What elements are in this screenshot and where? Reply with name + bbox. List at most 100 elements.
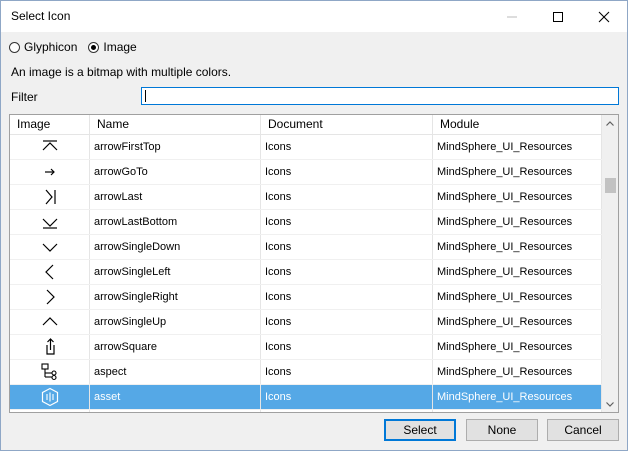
row-name: arrowSingleRight bbox=[90, 285, 261, 309]
row-document: Icons bbox=[261, 310, 433, 334]
window-title: Select Icon bbox=[11, 9, 71, 23]
icon-type-options: Glyphicon Image bbox=[9, 40, 148, 54]
table-row[interactable]: arrowLastBottom Icons MindSphere_UI_Resour… bbox=[10, 210, 602, 235]
radio-image-label: Image bbox=[103, 40, 137, 54]
radio-image-circle[interactable] bbox=[88, 41, 100, 53]
row-module: MindSphere_UI_Resources bbox=[433, 360, 602, 384]
row-image bbox=[10, 310, 90, 334]
row-module: MindSphere_UI_Resources bbox=[433, 385, 602, 409]
row-document: Icons bbox=[261, 235, 433, 259]
close-button[interactable] bbox=[581, 1, 627, 32]
radio-glyphicon[interactable]: Glyphicon bbox=[9, 40, 77, 54]
column-header-document[interactable]: Document bbox=[261, 115, 433, 134]
table-row[interactable]: arrowSingleLeft Icons MindSphere_UI_Resour… bbox=[10, 260, 602, 285]
row-document: Icons bbox=[261, 260, 433, 284]
table-row[interactable]: arrowGoTo Icons MindSphere_UI_Resources bbox=[10, 160, 602, 185]
vertical-scrollbar[interactable] bbox=[602, 115, 618, 412]
row-module: MindSphere_UI_Resources bbox=[433, 310, 602, 334]
table-body: arrowFirstTop Icons MindSphere_UI_Resource… bbox=[10, 135, 602, 413]
row-image bbox=[10, 235, 90, 259]
maximize-button[interactable] bbox=[535, 1, 581, 32]
close-icon bbox=[598, 11, 610, 22]
table-row[interactable]: arrowFirstTop Icons MindSphere_UI_Resource… bbox=[10, 135, 602, 160]
row-name: arrowSingleLeft bbox=[90, 260, 261, 284]
scroll-up-icon bbox=[606, 120, 614, 126]
scroll-up-button[interactable] bbox=[602, 115, 618, 131]
arrow-goto-icon bbox=[44, 168, 55, 176]
row-name: aspect bbox=[90, 360, 261, 384]
row-image bbox=[10, 135, 90, 159]
row-image bbox=[10, 335, 90, 359]
table-row-partial[interactable] bbox=[10, 410, 602, 413]
arrow-first-top-icon bbox=[42, 140, 57, 151]
row-image bbox=[10, 385, 90, 409]
scroll-down-button[interactable] bbox=[602, 396, 618, 412]
row-module: MindSphere_UI_Resources bbox=[433, 260, 602, 284]
column-header-image[interactable]: Image bbox=[10, 115, 90, 134]
aspect-icon bbox=[40, 363, 57, 381]
type-description: An image is a bitmap with multiple color… bbox=[11, 65, 232, 79]
row-name: arrowSingleDown bbox=[90, 235, 261, 259]
row-image bbox=[10, 185, 90, 209]
row-module: MindSphere_UI_Resources bbox=[433, 160, 602, 184]
row-document: Icons bbox=[261, 335, 433, 359]
row-module: MindSphere_UI_Resources bbox=[433, 235, 602, 259]
row-name: arrowSingleUp bbox=[90, 310, 261, 334]
row-module: MindSphere_UI_Resources bbox=[433, 335, 602, 359]
radio-glyphicon-circle[interactable] bbox=[9, 41, 20, 53]
arrow-square-icon bbox=[45, 338, 55, 355]
cancel-button[interactable]: Cancel bbox=[547, 419, 619, 441]
row-image bbox=[10, 210, 90, 234]
arrow-single-left-icon bbox=[44, 264, 53, 280]
row-module: MindSphere_UI_Resources bbox=[433, 135, 602, 159]
row-module: MindSphere_UI_Resources bbox=[433, 285, 602, 309]
row-image bbox=[10, 360, 90, 384]
radio-image[interactable]: Image bbox=[88, 40, 137, 54]
table-row[interactable]: asset Icons MindSphere_UI_Resources bbox=[10, 385, 602, 410]
row-name bbox=[90, 410, 261, 412]
row-document: Icons bbox=[261, 160, 433, 184]
radio-selected-dot bbox=[91, 44, 97, 50]
arrow-single-right-icon bbox=[46, 289, 55, 305]
row-document bbox=[261, 410, 433, 412]
row-name: arrowGoTo bbox=[90, 160, 261, 184]
table-row[interactable]: arrowSingleUp Icons MindSphere_UI_Resource… bbox=[10, 310, 602, 335]
table-row[interactable]: arrowSingleDown Icons MindSphere_UI_Resour… bbox=[10, 235, 602, 260]
row-name: arrowSquare bbox=[90, 335, 261, 359]
row-image bbox=[10, 160, 90, 184]
column-header-module[interactable]: Module bbox=[433, 115, 602, 134]
minimize-icon bbox=[507, 16, 517, 17]
column-header-name[interactable]: Name bbox=[90, 115, 261, 134]
row-document: Icons bbox=[261, 210, 433, 234]
maximize-icon bbox=[553, 11, 563, 22]
row-document: Icons bbox=[261, 285, 433, 309]
row-document: Icons bbox=[261, 135, 433, 159]
minimize-button[interactable] bbox=[489, 1, 535, 32]
scroll-down-icon bbox=[606, 401, 614, 407]
scroll-thumb[interactable] bbox=[605, 178, 616, 193]
row-document: Icons bbox=[261, 385, 433, 409]
filter-label: Filter bbox=[11, 90, 38, 104]
row-image bbox=[10, 285, 90, 309]
none-button[interactable]: None bbox=[466, 419, 538, 441]
radio-glyphicon-label: Glyphicon bbox=[24, 40, 78, 54]
arrow-single-down-icon bbox=[42, 243, 57, 252]
row-image bbox=[10, 410, 90, 413]
row-module: MindSphere_UI_Resources bbox=[433, 210, 602, 234]
arrow-last-icon bbox=[45, 189, 56, 205]
filter-input[interactable] bbox=[141, 87, 619, 105]
select-icon-dialog: Select Icon Glyphicon Image An image is … bbox=[0, 0, 628, 451]
partial-hex-icon bbox=[40, 410, 60, 413]
select-button[interactable]: Select bbox=[384, 419, 456, 441]
text-caret bbox=[145, 90, 146, 102]
table-row[interactable]: arrowSquare Icons MindSphere_UI_Resources bbox=[10, 335, 602, 360]
table-row[interactable]: aspect Icons MindSphere_UI_Resources bbox=[10, 360, 602, 385]
table-row[interactable]: arrowLast Icons MindSphere_UI_Resources bbox=[10, 185, 602, 210]
row-name: arrowFirstTop bbox=[90, 135, 261, 159]
row-module: MindSphere_UI_Resources bbox=[433, 185, 602, 209]
title-bar: Select Icon bbox=[1, 1, 627, 32]
row-module bbox=[433, 410, 602, 412]
row-name: arrowLastBottom bbox=[90, 210, 261, 234]
arrow-single-up-icon bbox=[42, 317, 57, 326]
table-row[interactable]: arrowSingleRight Icons MindSphere_UI_Resou… bbox=[10, 285, 602, 310]
